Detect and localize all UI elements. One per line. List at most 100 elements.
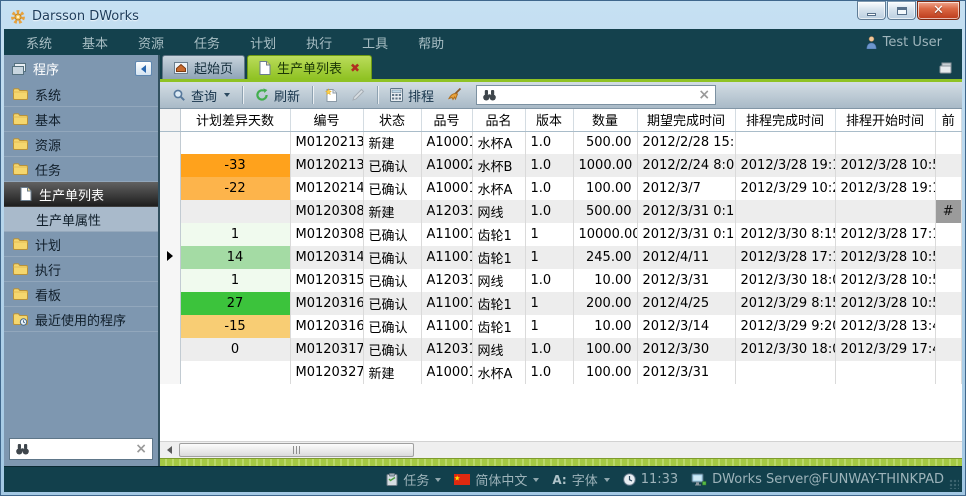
window-list-icon[interactable] [938, 62, 954, 74]
table-row[interactable]: 1M012031501已确认A12031网线1.010.002012/3/312… [160, 269, 962, 292]
table-cell[interactable]: 水杯A [472, 131, 525, 154]
table-search-input[interactable] [502, 88, 693, 102]
table-cell[interactable]: 100.00 [573, 361, 637, 384]
current-user[interactable]: Test User [866, 35, 950, 50]
sidebar-item[interactable]: 执行 [4, 257, 158, 282]
sidebar-item[interactable]: 基本 [4, 107, 158, 132]
table-cell[interactable]: 1.0 [525, 131, 573, 154]
column-header[interactable]: 排程完成时间 [735, 109, 835, 131]
plan-diff-cell[interactable]: 0 [180, 338, 290, 361]
overflow-cell[interactable]: # [935, 200, 962, 223]
table-cell[interactable]: 2012/3/31 [637, 361, 735, 384]
table-cell[interactable]: A12031 [421, 200, 472, 223]
table-cell[interactable]: A10001 [421, 177, 472, 200]
table-cell[interactable]: 245.00 [573, 246, 637, 269]
overflow-cell[interactable] [935, 223, 962, 246]
sidebar-item[interactable]: 最近使用的程序 [4, 307, 158, 332]
table-cell[interactable]: A11001 [421, 315, 472, 338]
table-cell[interactable]: 10000.00 [573, 223, 637, 246]
table-cell[interactable]: 1 [525, 246, 573, 269]
table-cell[interactable]: 水杯A [472, 177, 525, 200]
column-header[interactable]: 编号 [290, 109, 363, 131]
table-cell[interactable]: 齿轮1 [472, 315, 525, 338]
plan-diff-cell[interactable]: 27 [180, 292, 290, 315]
row-selector-cell[interactable] [160, 269, 180, 292]
table-cell[interactable]: 2012/3/30 8:15 [735, 223, 835, 246]
table-cell[interactable]: M012031701 [290, 338, 363, 361]
table-cell[interactable]: 500.00 [573, 131, 637, 154]
menu-item[interactable]: 工具 [347, 33, 403, 52]
plan-diff-cell[interactable]: -33 [180, 154, 290, 177]
table-cell[interactable]: 1 [525, 315, 573, 338]
sidebar-item[interactable]: 资源 [4, 132, 158, 157]
table-cell[interactable]: 100.00 [573, 177, 637, 200]
table-row[interactable]: M012032701新建A10001水杯A1.0100.002012/3/31 [160, 361, 962, 384]
query-button[interactable]: 查询 [168, 84, 234, 107]
sidebar-item[interactable]: 系统 [4, 82, 158, 107]
table-cell[interactable]: 2012/3/30 18:00 [735, 269, 835, 292]
table-cell[interactable]: 200.00 [573, 292, 637, 315]
menu-item[interactable]: 帮助 [403, 33, 459, 52]
table-row[interactable]: -33M012021302已确认A10002水杯B1.01000.002012/… [160, 154, 962, 177]
column-header[interactable]: 前 [935, 109, 962, 131]
overflow-cell[interactable] [935, 269, 962, 292]
table-cell[interactable]: 1 [525, 223, 573, 246]
menu-item[interactable]: 基本 [67, 33, 123, 52]
table-cell[interactable]: M012021401 [290, 177, 363, 200]
table-cell[interactable]: 10.00 [573, 315, 637, 338]
table-cell[interactable]: 2012/3/28 10:52 [835, 269, 935, 292]
table-cell[interactable]: M012031601 [290, 292, 363, 315]
scroll-left-arrow-icon[interactable] [162, 442, 177, 458]
table-cell[interactable]: 已确认 [363, 177, 421, 200]
column-header[interactable]: 状态 [363, 109, 421, 131]
table-cell[interactable]: A12031 [421, 338, 472, 361]
row-selector-cell[interactable] [160, 177, 180, 200]
table-cell[interactable]: 新建 [363, 131, 421, 154]
plan-diff-cell[interactable] [180, 361, 290, 384]
table-search-box[interactable]: × [476, 85, 716, 105]
clear-search-icon[interactable]: × [135, 442, 147, 456]
menu-item[interactable]: 系统 [16, 33, 67, 52]
table-cell[interactable]: 新建 [363, 200, 421, 223]
table-cell[interactable]: A11001 [421, 292, 472, 315]
table-cell[interactable]: 2012/3/29 8:15 [735, 292, 835, 315]
sidebar-search-input[interactable] [35, 442, 130, 456]
table-cell[interactable]: 2012/3/31 [637, 269, 735, 292]
sidebar-item[interactable]: 计划 [4, 232, 158, 257]
column-header[interactable]: 计划差异天数 [180, 109, 290, 131]
sidebar-item[interactable]: 生产单属性 [4, 207, 158, 232]
overflow-cell[interactable] [935, 154, 962, 177]
row-selector-cell[interactable] [160, 338, 180, 361]
table-cell[interactable]: 500.00 [573, 200, 637, 223]
table-row[interactable]: -22M012021401已确认A10001水杯A1.0100.002012/3… [160, 177, 962, 200]
table-cell[interactable]: 2012/3/28 13:40 [835, 315, 935, 338]
table-cell[interactable]: 100.00 [573, 338, 637, 361]
schedule-button[interactable]: 排程 [386, 84, 438, 107]
status-item[interactable]: 任务 [386, 470, 441, 489]
table-cell[interactable]: 2012/3/28 10:52 [835, 292, 935, 315]
status-item[interactable]: 11:33 [623, 472, 678, 487]
table-cell[interactable]: 2012/3/29 10:20 [735, 177, 835, 200]
table-cell[interactable]: 齿轮1 [472, 223, 525, 246]
tab-start-page[interactable]: 起始页 [162, 55, 245, 79]
table-cell[interactable]: M012021301 [290, 131, 363, 154]
table-row[interactable]: 27M012031601已确认A11001齿轮11200.002012/4/25… [160, 292, 962, 315]
table-cell[interactable]: A11001 [421, 246, 472, 269]
status-item[interactable]: A:字体 [552, 470, 609, 489]
table-cell[interactable]: M012031602 [290, 315, 363, 338]
table-cell[interactable] [835, 131, 935, 154]
column-header[interactable]: 版本 [525, 109, 573, 131]
table-cell[interactable]: 已确认 [363, 154, 421, 177]
table-row[interactable]: 1M012030802已确认A11001齿轮1110000.002012/3/3… [160, 223, 962, 246]
table-cell[interactable]: 2012/4/25 [637, 292, 735, 315]
refresh-button[interactable]: 刷新 [251, 84, 304, 107]
table-cell[interactable]: 网线 [472, 200, 525, 223]
table-cell[interactable]: 2012/3/28 17:13 [835, 223, 935, 246]
overflow-cell[interactable] [935, 315, 962, 338]
table-cell[interactable]: 2012/3/28 19:10 [835, 177, 935, 200]
overflow-cell[interactable] [935, 177, 962, 200]
table-cell[interactable]: 2012/3/28 19:10 [735, 154, 835, 177]
table-cell[interactable]: 已确认 [363, 269, 421, 292]
table-cell[interactable]: 10.00 [573, 269, 637, 292]
plan-diff-cell[interactable] [180, 131, 290, 154]
